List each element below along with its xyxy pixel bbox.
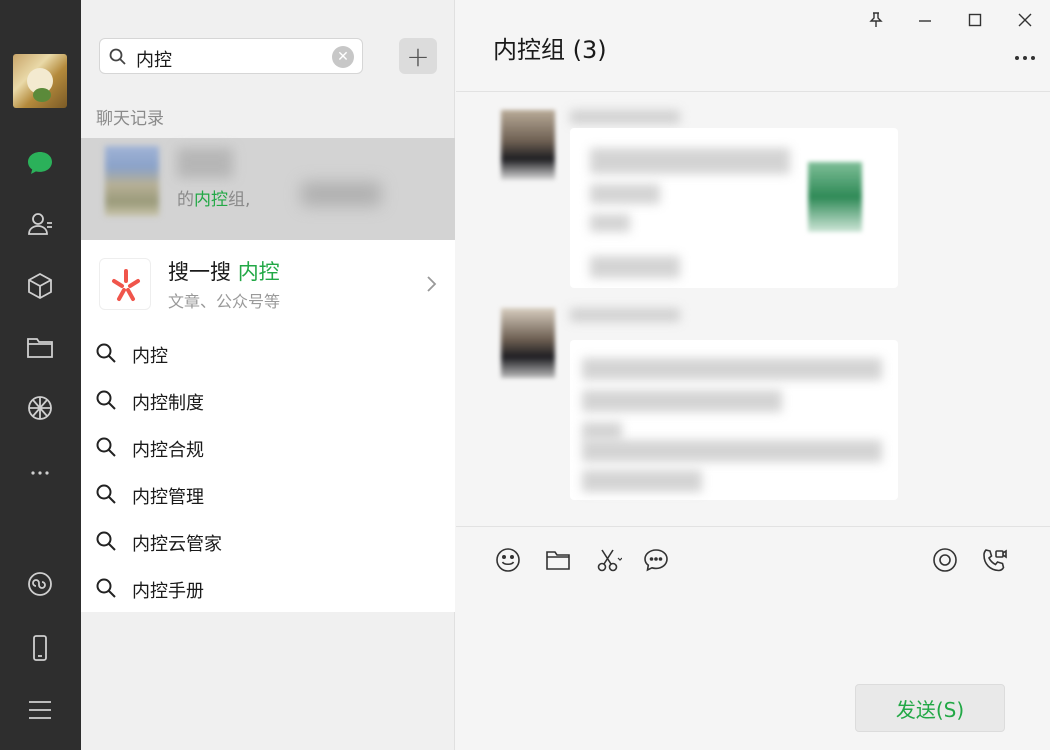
more-options-icon[interactable] — [1008, 48, 1042, 68]
pin-icon[interactable] — [861, 6, 891, 34]
search-icon — [96, 578, 116, 598]
sender-name-redacted — [570, 110, 680, 124]
suggestion-item[interactable]: 内控手册 — [81, 565, 455, 612]
message-bubble — [570, 128, 898, 288]
souyisou-subtitle: 文章、公众号等 — [168, 292, 281, 311]
souyisou-title: 搜一搜 内控 — [168, 260, 280, 284]
maximize-icon[interactable] — [960, 6, 990, 34]
cube-icon[interactable] — [22, 268, 58, 304]
result-snippet-redacted — [301, 182, 381, 206]
add-button[interactable]: + — [399, 38, 437, 74]
folder-icon[interactable] — [22, 329, 58, 365]
chat-history-label: 聊天记录 — [96, 109, 164, 129]
search-column: 内控 ✕ + 聊天记录 的内控组, 搜一搜 内控 文章、公众号等 内控 内控制度… — [81, 0, 455, 750]
suggestion-label: 内控管理 — [132, 487, 204, 508]
close-icon[interactable] — [1010, 6, 1040, 34]
souyisou-entry[interactable]: 搜一搜 内控 文章、公众号等 — [81, 240, 455, 330]
result-name-redacted — [177, 148, 233, 178]
search-input[interactable]: 内控 ✕ — [99, 38, 363, 74]
suggestion-list: 内控 内控制度 内控合规 内控管理 内控云管家 内控手册 — [81, 330, 455, 612]
header-divider — [456, 91, 1050, 92]
minimize-icon[interactable] — [910, 6, 940, 34]
search-icon — [96, 343, 116, 363]
search-icon — [96, 390, 116, 410]
search-icon — [96, 531, 116, 551]
nav-rail — [0, 0, 81, 750]
message-bubble — [570, 340, 898, 500]
suggestion-item[interactable]: 内控管理 — [81, 471, 455, 518]
chat-history-result[interactable]: 的内控组, — [81, 138, 455, 240]
chat-panel: 内控组 (3) 发送(S) — [456, 0, 1050, 750]
video-call-icon[interactable] — [978, 544, 1010, 576]
message-input[interactable] — [476, 590, 1036, 676]
message-avatar — [501, 110, 555, 180]
avatar[interactable] — [13, 54, 67, 108]
contacts-icon[interactable] — [22, 206, 58, 242]
suggestion-item[interactable]: 内控合规 — [81, 424, 455, 471]
suggestion-label: 内控合规 — [132, 440, 204, 461]
moments-icon[interactable] — [22, 390, 58, 426]
message-avatar — [501, 308, 555, 378]
phone-icon[interactable] — [22, 630, 58, 666]
suggestion-label: 内控手册 — [132, 581, 204, 602]
suggestion-label: 内控 — [132, 346, 168, 367]
result-snippet: 的内控组, — [177, 190, 251, 210]
chat-title: 内控组 (3) — [493, 36, 607, 64]
suggestion-item[interactable]: 内控 — [81, 330, 455, 377]
search-icon — [96, 437, 116, 457]
miniprogram-icon[interactable] — [22, 566, 58, 602]
live-icon[interactable] — [929, 544, 961, 576]
file-icon[interactable] — [542, 544, 574, 576]
result-avatar — [105, 146, 159, 216]
input-divider — [456, 526, 1050, 527]
clear-icon[interactable]: ✕ — [332, 46, 354, 68]
search-icon — [109, 48, 126, 65]
suggestion-item[interactable]: 内控云管家 — [81, 518, 455, 565]
sender-name-redacted — [570, 308, 680, 322]
suggestion-label: 内控制度 — [132, 393, 204, 414]
comment-icon[interactable] — [640, 544, 672, 576]
scissors-icon[interactable] — [592, 544, 624, 576]
menu-icon[interactable] — [22, 692, 58, 728]
search-query: 内控 — [136, 50, 172, 71]
chat-icon[interactable] — [22, 145, 58, 181]
more-icon[interactable] — [22, 455, 58, 491]
search-icon — [96, 484, 116, 504]
suggestion-item[interactable]: 内控制度 — [81, 377, 455, 424]
souyisou-logo-icon — [99, 258, 151, 310]
emoji-icon[interactable] — [492, 544, 524, 576]
send-button[interactable]: 发送(S) — [855, 684, 1005, 732]
chevron-right-icon — [427, 276, 437, 292]
suggestion-label: 内控云管家 — [132, 534, 222, 555]
